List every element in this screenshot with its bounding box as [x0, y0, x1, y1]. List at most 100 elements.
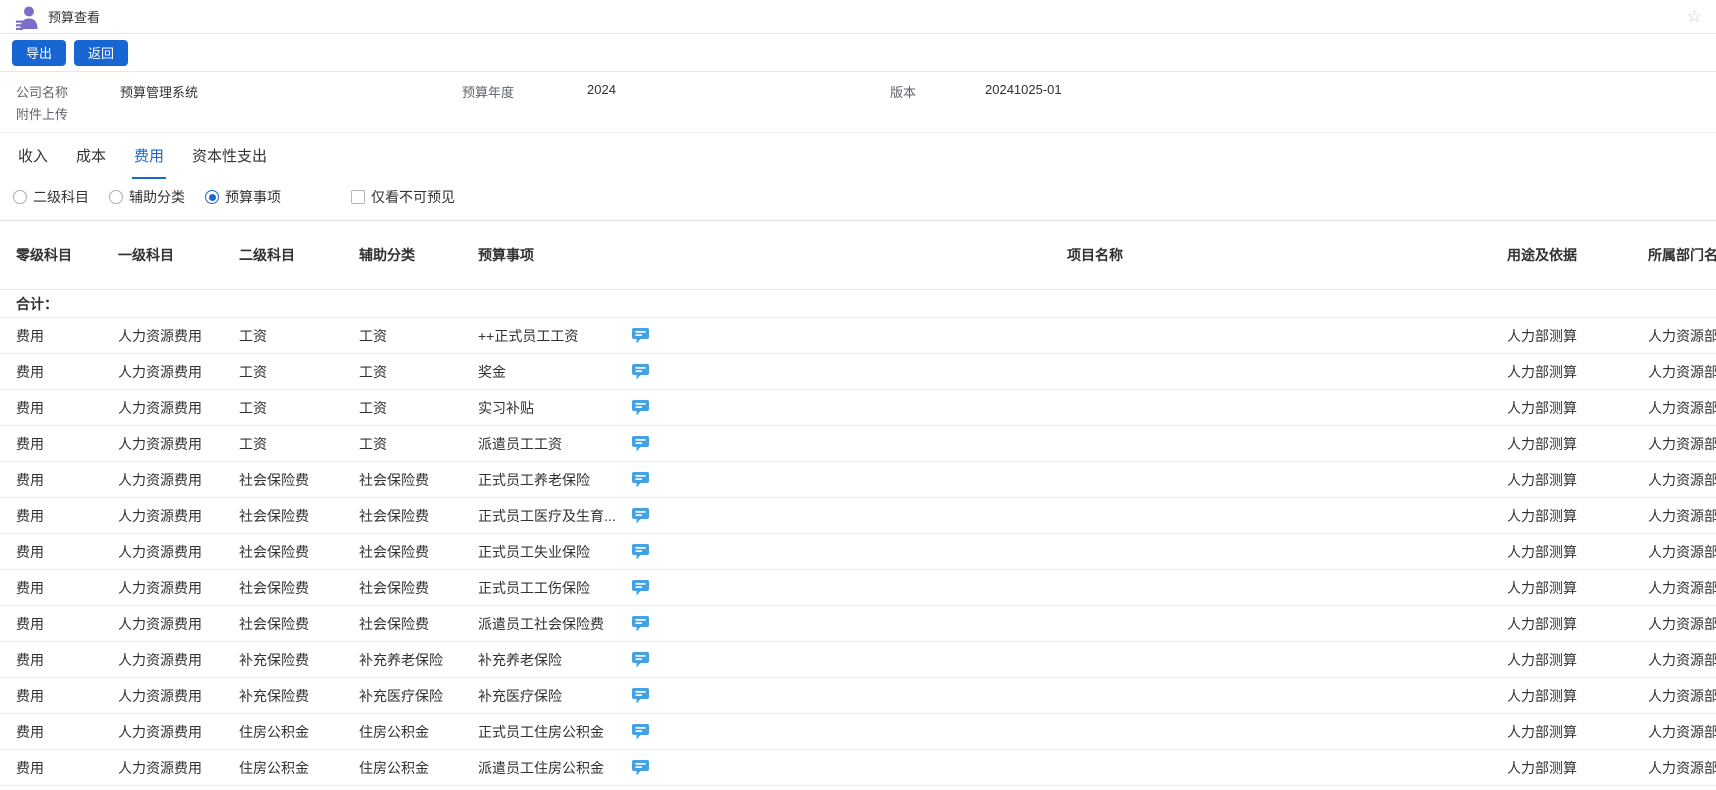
cell-level2: 工资	[239, 326, 359, 346]
cell-level2: 社会保险费	[239, 542, 359, 562]
col-header-project-name: 项目名称	[700, 245, 1490, 265]
cell-auxiliary: 补充医疗保险	[359, 686, 478, 706]
cell-level2: 社会保险费	[239, 578, 359, 598]
radio-icon	[109, 190, 123, 204]
cell-department: 人力资源部	[1640, 398, 1716, 418]
checkbox-icon	[351, 190, 365, 204]
cell-level0: 费用	[0, 398, 118, 418]
comment-icon[interactable]	[632, 760, 650, 776]
cell-auxiliary: 社会保险费	[359, 542, 478, 562]
cell-purpose: 人力部测算	[1490, 686, 1640, 706]
table-row: 费用 人力资源费用 住房公积金 住房公积金 正式员工住房公积金 人力部测算 人力…	[0, 714, 1716, 750]
cell-budget-item: 正式员工医疗及生育...	[478, 506, 626, 526]
cell-purpose: 人力部测算	[1490, 722, 1640, 742]
cell-auxiliary: 工资	[359, 362, 478, 382]
cell-level2: 住房公积金	[239, 758, 359, 778]
cell-budget-item: 奖金	[478, 362, 626, 382]
cell-department: 人力资源部	[1640, 542, 1716, 562]
radio-label: 辅助分类	[129, 187, 185, 207]
comment-icon[interactable]	[632, 508, 650, 524]
radio-label: 二级科目	[33, 187, 89, 207]
cell-level1: 人力资源费用	[118, 578, 239, 598]
cell-purpose: 人力部测算	[1490, 470, 1640, 490]
radio-checked-icon	[205, 190, 219, 204]
cell-budget-item: 补充养老保险	[478, 650, 626, 670]
checkbox-only-unforeseen[interactable]: 仅看不可预见	[351, 187, 455, 207]
category-tabs: 收入 成本 费用 资本性支出	[0, 133, 1716, 179]
cell-auxiliary: 社会保险费	[359, 614, 478, 634]
total-label: 合计：	[0, 294, 118, 314]
cell-department: 人力资源部	[1640, 362, 1716, 382]
table-row: 费用 人力资源费用 社会保险费 社会保险费 正式员工工伤保险 人力部测算 人力资…	[0, 570, 1716, 606]
tab-cost[interactable]: 成本	[74, 133, 108, 179]
radio-budget-item[interactable]: 预算事项	[205, 187, 281, 207]
cell-purpose: 人力部测算	[1490, 434, 1640, 454]
cell-level0: 费用	[0, 326, 118, 346]
comment-icon[interactable]	[632, 652, 650, 668]
tab-income[interactable]: 收入	[16, 133, 50, 179]
cell-level0: 费用	[0, 362, 118, 382]
table-row: 费用 人力资源费用 社会保险费 社会保险费 正式员工医疗及生育... 人力部测算…	[0, 498, 1716, 534]
company-name-label: 公司名称	[16, 82, 120, 101]
tab-capital-expenditure[interactable]: 资本性支出	[190, 133, 269, 179]
cell-level1: 人力资源费用	[118, 326, 239, 346]
toolbar: 导出 返回	[0, 34, 1716, 72]
radio-label: 预算事项	[225, 187, 281, 207]
filter-row: 二级科目 辅助分类 预算事项 仅看不可预见	[0, 179, 1716, 215]
person-list-icon	[14, 4, 40, 30]
table-row: 费用 人力资源费用 工资 工资 派遣员工工资 人力部测算 人力资源部	[0, 426, 1716, 462]
export-button[interactable]: 导出	[12, 40, 66, 66]
col-header-purpose: 用途及依据	[1490, 245, 1640, 265]
radio-secondary-subject[interactable]: 二级科目	[13, 187, 89, 207]
cell-department: 人力资源部	[1640, 434, 1716, 454]
col-header-auxiliary: 辅助分类	[359, 245, 478, 265]
cell-purpose: 人力部测算	[1490, 326, 1640, 346]
cell-budget-item: 派遣员工社会保险费	[478, 614, 626, 634]
cell-level1: 人力资源费用	[118, 362, 239, 382]
comment-icon[interactable]	[632, 400, 650, 416]
comment-icon[interactable]	[632, 328, 650, 344]
cell-level1: 人力资源费用	[118, 470, 239, 490]
budget-year-value: 2024	[587, 82, 616, 101]
cell-level0: 费用	[0, 470, 118, 490]
cell-budget-item: 正式员工养老保险	[478, 470, 626, 490]
comment-icon[interactable]	[632, 544, 650, 560]
cell-level1: 人力资源费用	[118, 542, 239, 562]
comment-icon[interactable]	[632, 436, 650, 452]
cell-level2: 社会保险费	[239, 470, 359, 490]
tab-expense[interactable]: 费用	[132, 133, 166, 179]
cell-purpose: 人力部测算	[1490, 758, 1640, 778]
comment-icon[interactable]	[632, 580, 650, 596]
table-row: 费用 人力资源费用 住房公积金 住房公积金 派遣员工住房公积金 人力部测算 人力…	[0, 750, 1716, 786]
cell-budget-item: 实习补贴	[478, 398, 626, 418]
cell-budget-item: 正式员工失业保险	[478, 542, 626, 562]
cell-level2: 工资	[239, 434, 359, 454]
cell-budget-item: 正式员工住房公积金	[478, 722, 626, 742]
col-header-budget-item: 预算事项	[478, 245, 700, 265]
radio-auxiliary-category[interactable]: 辅助分类	[109, 187, 185, 207]
cell-purpose: 人力部测算	[1490, 650, 1640, 670]
cell-level2: 工资	[239, 398, 359, 418]
comment-icon[interactable]	[632, 688, 650, 704]
total-row: 合计：	[0, 290, 1716, 318]
table-row: 费用 人力资源费用 社会保险费 社会保险费 正式员工养老保险 人力部测算 人力资…	[0, 462, 1716, 498]
cell-purpose: 人力部测算	[1490, 578, 1640, 598]
cell-auxiliary: 住房公积金	[359, 722, 478, 742]
comment-icon[interactable]	[632, 724, 650, 740]
table-row: 费用 人力资源费用 工资 工资 ++正式员工工资 人力部测算 人力资源部	[0, 318, 1716, 354]
cell-level0: 费用	[0, 434, 118, 454]
table-row: 费用 人力资源费用 工资 工资 实习补贴 人力部测算 人力资源部	[0, 390, 1716, 426]
cell-level1: 人力资源费用	[118, 434, 239, 454]
cell-department: 人力资源部	[1640, 650, 1716, 670]
comment-icon[interactable]	[632, 364, 650, 380]
budget-info-section: 公司名称 预算管理系统 预算年度 2024 版本 20241025-01 附件上…	[0, 72, 1716, 133]
comment-icon[interactable]	[632, 472, 650, 488]
cell-level2: 补充保险费	[239, 686, 359, 706]
star-outline-icon[interactable]: ☆	[1687, 8, 1702, 25]
cell-level1: 人力资源费用	[118, 614, 239, 634]
cell-level0: 费用	[0, 506, 118, 526]
back-button[interactable]: 返回	[74, 40, 128, 66]
cell-purpose: 人力部测算	[1490, 362, 1640, 382]
comment-icon[interactable]	[632, 616, 650, 632]
cell-level0: 费用	[0, 722, 118, 742]
